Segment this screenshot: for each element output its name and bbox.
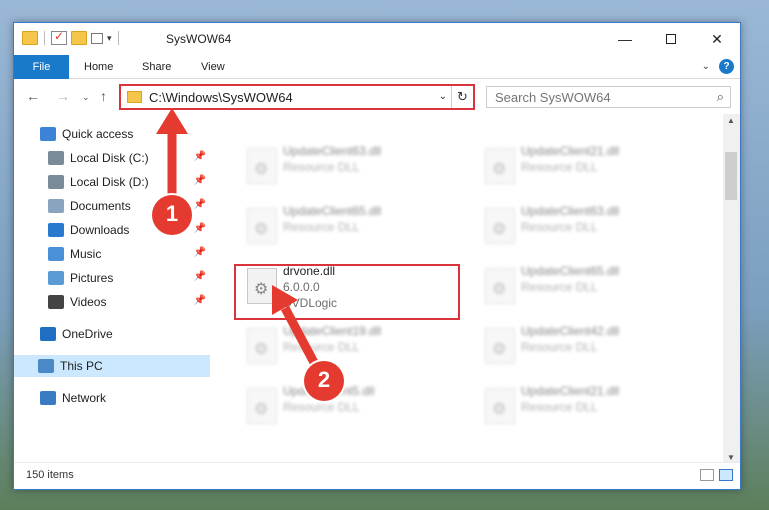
step-1-badge: 1 [152, 195, 192, 235]
step-2-badge: 2 [304, 361, 344, 401]
annotation-arrows [156, 108, 322, 373]
arrow-1-head [156, 108, 188, 134]
arrow-2 [281, 305, 322, 373]
